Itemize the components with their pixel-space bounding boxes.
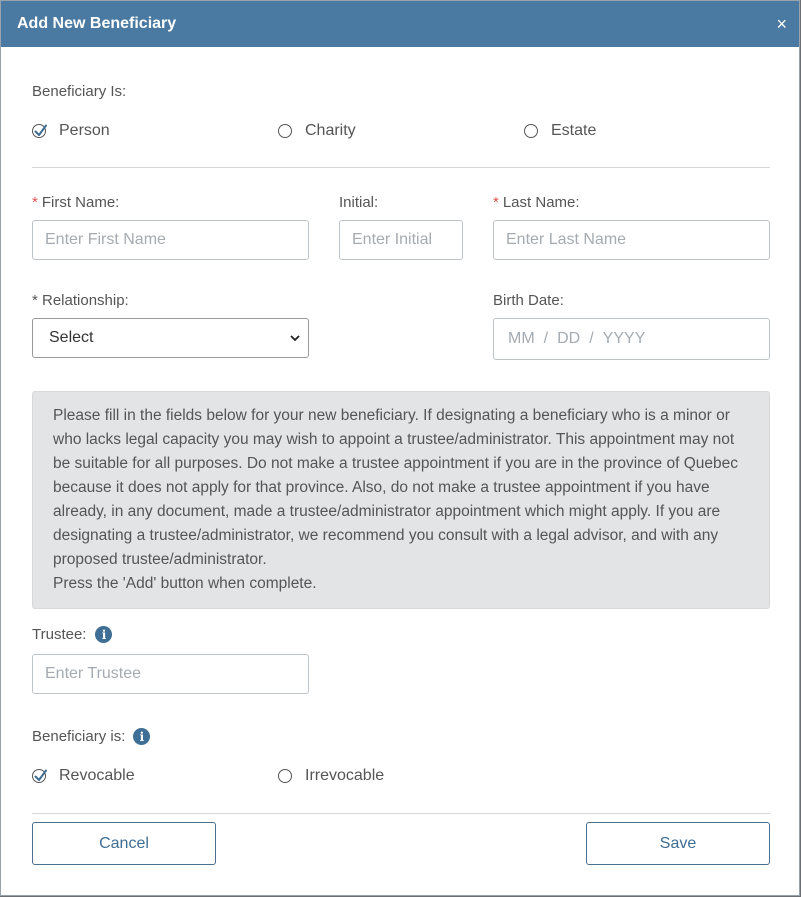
radio-irrevocable[interactable]: Irrevocable (278, 767, 384, 785)
radio-charity-label: Charity (305, 122, 356, 139)
radio-revocable-label: Revocable (59, 767, 135, 784)
required-mark: * (493, 194, 499, 211)
trustee-notice: Please fill in the fields below for your… (32, 391, 770, 609)
trustee-label: Trustee: (32, 626, 87, 643)
date-separator: / (543, 330, 549, 347)
notice-instruction: Press the 'Add' button when complete. (53, 575, 317, 592)
radio-unchecked-icon (278, 769, 292, 783)
trustee-input[interactable] (32, 654, 309, 694)
radio-person-label: Person (59, 122, 110, 139)
required-mark: * (32, 194, 38, 211)
last-name-input[interactable] (493, 220, 770, 260)
radio-unchecked-icon (278, 124, 292, 138)
birth-date-label: Birth Date: (493, 292, 564, 309)
initial-input[interactable] (339, 220, 463, 260)
footer-divider (32, 813, 770, 814)
trustee-label-row: Trustee: i (32, 626, 113, 643)
cancel-button[interactable]: Cancel (32, 822, 216, 865)
radio-charity[interactable]: Charity (278, 122, 356, 140)
radio-revocable[interactable]: Revocable (32, 767, 135, 785)
chevron-down-icon (290, 329, 300, 347)
radio-checked-icon (32, 769, 47, 783)
beneficiary-type-label: Beneficiary Is: (32, 83, 127, 100)
birth-date-input[interactable]: MM / DD / YYYY (493, 318, 770, 360)
radio-unchecked-icon (524, 124, 538, 138)
birth-day[interactable]: DD (557, 330, 580, 348)
initial-label: Initial: (339, 194, 379, 211)
info-icon[interactable]: i (95, 626, 113, 643)
radio-estate[interactable]: Estate (524, 122, 596, 140)
radio-estate-label: Estate (551, 122, 597, 139)
relationship-label: * Relationship: (32, 292, 129, 309)
save-button[interactable]: Save (586, 822, 770, 865)
last-name-label: * Last Name: (493, 194, 580, 211)
first-name-label: * First Name: (32, 194, 120, 211)
birth-month[interactable]: MM (508, 330, 535, 348)
birth-year[interactable]: YYYY (603, 330, 646, 348)
notice-paragraph: Please fill in the fields below for your… (53, 407, 738, 568)
dialog-title: Add New Beneficiary (17, 15, 177, 32)
first-name-input[interactable] (32, 220, 309, 260)
dialog-header: Add New Beneficiary × (1, 1, 799, 47)
relationship-select[interactable]: Select (32, 318, 309, 358)
revocability-label-row: Beneficiary is: i (32, 728, 151, 745)
radio-irrevocable-label: Irrevocable (305, 767, 385, 784)
radio-person[interactable]: Person (32, 122, 110, 140)
date-separator: / (589, 330, 594, 347)
relationship-selected-value: Select (49, 329, 94, 346)
info-icon[interactable]: i (133, 728, 151, 745)
revocability-label: Beneficiary is: (32, 728, 126, 745)
add-beneficiary-dialog: Add New Beneficiary × Beneficiary Is: Pe… (0, 0, 800, 896)
close-icon[interactable]: × (776, 15, 787, 33)
section-divider (32, 167, 770, 168)
radio-checked-icon (32, 124, 47, 138)
